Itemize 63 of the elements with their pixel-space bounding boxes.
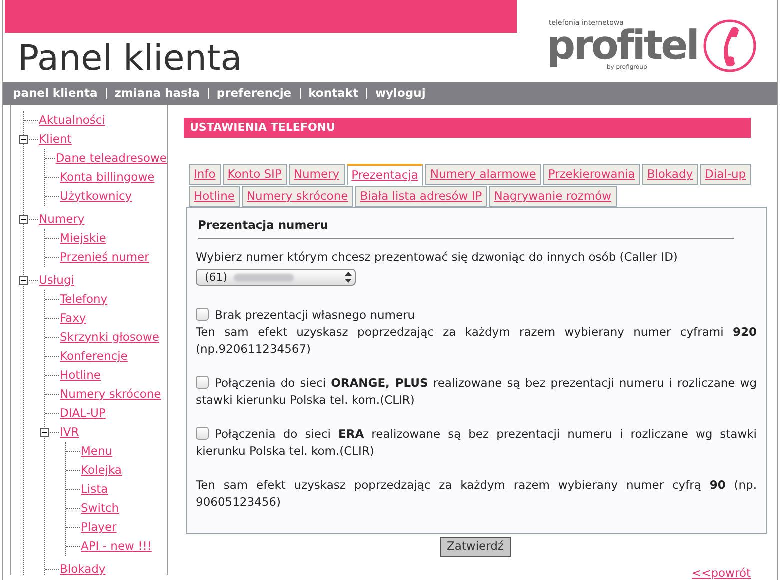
- tree-link[interactable]: Numery: [39, 210, 85, 228]
- tree-link[interactable]: Hotline: [60, 366, 101, 384]
- tree-link[interactable]: Lista: [81, 480, 108, 498]
- number-select[interactable]: (61): [196, 269, 356, 286]
- section-header: USTAWIENIA TELEFONU: [184, 118, 751, 138]
- checkbox[interactable]: [196, 376, 209, 389]
- tree-link[interactable]: Blokady: [60, 560, 106, 575]
- tree-link[interactable]: Player: [81, 518, 117, 536]
- tree-link[interactable]: Numery skrócone: [60, 386, 162, 404]
- tree-link[interactable]: Aktualności: [39, 112, 106, 130]
- tree-link[interactable]: Switch: [81, 500, 120, 518]
- tree-link[interactable]: DIAL-UP: [60, 404, 106, 422]
- tab[interactable]: Blokady: [642, 164, 698, 185]
- tab[interactable]: Numery alarmowe: [425, 164, 542, 185]
- collapse-icon[interactable]: [40, 428, 49, 437]
- tree-link[interactable]: Telefony: [60, 290, 108, 308]
- collapse-icon[interactable]: [19, 276, 28, 285]
- tab[interactable]: Info: [189, 164, 221, 185]
- tree-link[interactable]: Przenieś numer: [60, 248, 150, 266]
- nav-link[interactable]: panel klienta: [13, 84, 98, 102]
- tab[interactable]: Prezentacja: [346, 164, 424, 186]
- select-label: Wybierz numer którym chcesz prezentować się dzwoniąc do innych osób (Caller ID): [196, 249, 679, 266]
- stepper-icon: [345, 272, 352, 283]
- tree-link[interactable]: Faxy: [60, 310, 86, 328]
- page-title: Panel klienta: [17, 38, 244, 81]
- info-note: Ten sam efekt uzyskasz poprzedzając za każdym razem wybierany numer cyframi 920 (np.920611234567): [196, 324, 757, 358]
- tree-link[interactable]: Skrzynki głosowe: [60, 328, 160, 346]
- tree-link[interactable]: Usługi: [39, 272, 74, 290]
- checkbox-option[interactable]: Brak prezentacji własnego numeru: [196, 307, 757, 324]
- checkbox[interactable]: [196, 308, 209, 321]
- tab[interactable]: Numery: [288, 164, 345, 185]
- nav-link[interactable]: kontakt: [308, 84, 358, 102]
- checkbox-option[interactable]: Połączenia do sieci ERA realizowane są bez prezentacji numeru i rozliczane wg stawki kierunku Polska tel. kom.(CLIR): [196, 426, 757, 460]
- tab[interactable]: Przekierowania: [543, 164, 640, 185]
- tree-link[interactable]: Kolejka: [81, 462, 122, 480]
- tree-link[interactable]: Menu: [81, 442, 113, 460]
- tree-link[interactable]: Konta billingowe: [60, 168, 155, 186]
- tree-link[interactable]: Dane teleadresowe: [56, 150, 167, 168]
- submit-button[interactable]: Zatwierdź: [440, 537, 511, 557]
- tree-link[interactable]: Klient: [39, 130, 72, 148]
- tab[interactable]: Biała lista adresów IP: [355, 186, 488, 207]
- redacted-mask: [234, 274, 294, 282]
- phone-handset-icon: [702, 18, 758, 74]
- info-note: Ten sam efekt uzyskasz poprzedzając za każdym razem wybierany numer cyfrą 90 (np. 90605123456): [196, 477, 757, 511]
- tab[interactable]: Hotline: [189, 186, 240, 207]
- tree-link[interactable]: API - new !!!: [81, 538, 152, 556]
- tree-link[interactable]: Konferencje: [60, 348, 128, 366]
- nav-link[interactable]: zmiana hasła: [114, 84, 200, 102]
- tab[interactable]: Nagrywanie rozmów: [489, 186, 617, 207]
- tree-link[interactable]: Użytkownicy: [60, 188, 132, 206]
- back-link[interactable]: <<powrót: [692, 565, 751, 580]
- nav-link[interactable]: wyloguj: [375, 84, 426, 102]
- checkbox-option[interactable]: Połączenia do sieci ORANGE, PLUS realizowane są bez prezentacji numeru i rozliczane wg stawki kierunku Polska tel. kom.(CLIR): [196, 375, 757, 409]
- collapse-icon[interactable]: [19, 215, 28, 224]
- tree-link[interactable]: IVR: [60, 424, 80, 442]
- nav-link[interactable]: preferencje: [216, 84, 292, 102]
- tab[interactable]: Konto SIP: [222, 164, 287, 185]
- tab[interactable]: Dial-up: [700, 164, 752, 185]
- panel-heading: Prezentacja numeru: [197, 217, 330, 234]
- tab[interactable]: Numery skrócone: [242, 186, 354, 207]
- collapse-icon[interactable]: [19, 135, 28, 144]
- checkbox[interactable]: [196, 427, 209, 440]
- tree-link[interactable]: Miejskie: [60, 230, 106, 248]
